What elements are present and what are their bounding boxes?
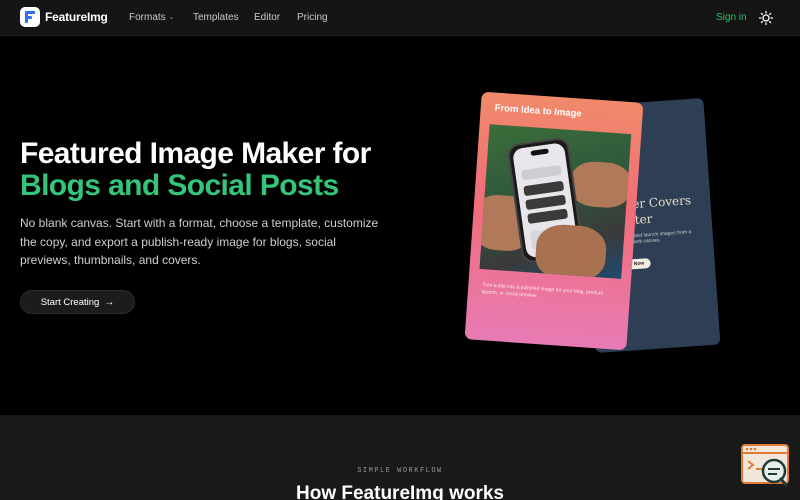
back-card-subtitle: d and launch images from a blank canvas.: [629, 229, 692, 246]
brand-name[interactable]: FeatureImg: [45, 10, 108, 24]
template-card-front: From Idea to Image Turn a title into a p…: [464, 91, 644, 351]
front-card-caption: Turn a title into a polished image for y…: [481, 282, 603, 300]
workflow-eyebrow: SIMPLE WORKFLOW: [357, 467, 443, 475]
hero-description: No blank canvas. Start with a format, ch…: [20, 216, 379, 267]
hero-title-line2: Blogs and Social Posts: [20, 169, 339, 202]
hero-title-line1: Featured Image Maker for: [20, 137, 371, 170]
start-creating-button[interactable]: Start Creating →: [20, 290, 135, 314]
top-navbar: FeatureImg Formats ⌄ Templates Editor Pri…: [0, 0, 800, 36]
arrow-right-icon: →: [104, 296, 115, 308]
browser-search-icon: [741, 444, 789, 487]
start-creating-label: Start Creating: [40, 296, 100, 308]
hand-holding-phone-image: [479, 124, 632, 279]
sun-icon: [758, 10, 774, 26]
brand-logo-icon[interactable]: [20, 7, 40, 27]
workflow-section: SIMPLE WORKFLOW How FeatureImg works: [0, 415, 800, 500]
nav-link-pricing[interactable]: Pricing: [297, 12, 328, 23]
front-card-title: From Idea to Image: [494, 102, 583, 120]
theme-toggle-button[interactable]: [758, 10, 774, 26]
nav-link-formats[interactable]: Formats ⌄: [129, 12, 175, 23]
sign-in-link[interactable]: Sign in: [716, 12, 747, 23]
nav-link-editor[interactable]: Editor: [254, 12, 280, 23]
floating-help-widget[interactable]: [741, 444, 791, 488]
workflow-title: How FeatureImg works: [296, 483, 504, 500]
chevron-down-icon: ⌄: [168, 14, 175, 21]
nav-link-formats-label: Formats: [129, 12, 166, 23]
nav-link-templates[interactable]: Templates: [193, 12, 239, 23]
